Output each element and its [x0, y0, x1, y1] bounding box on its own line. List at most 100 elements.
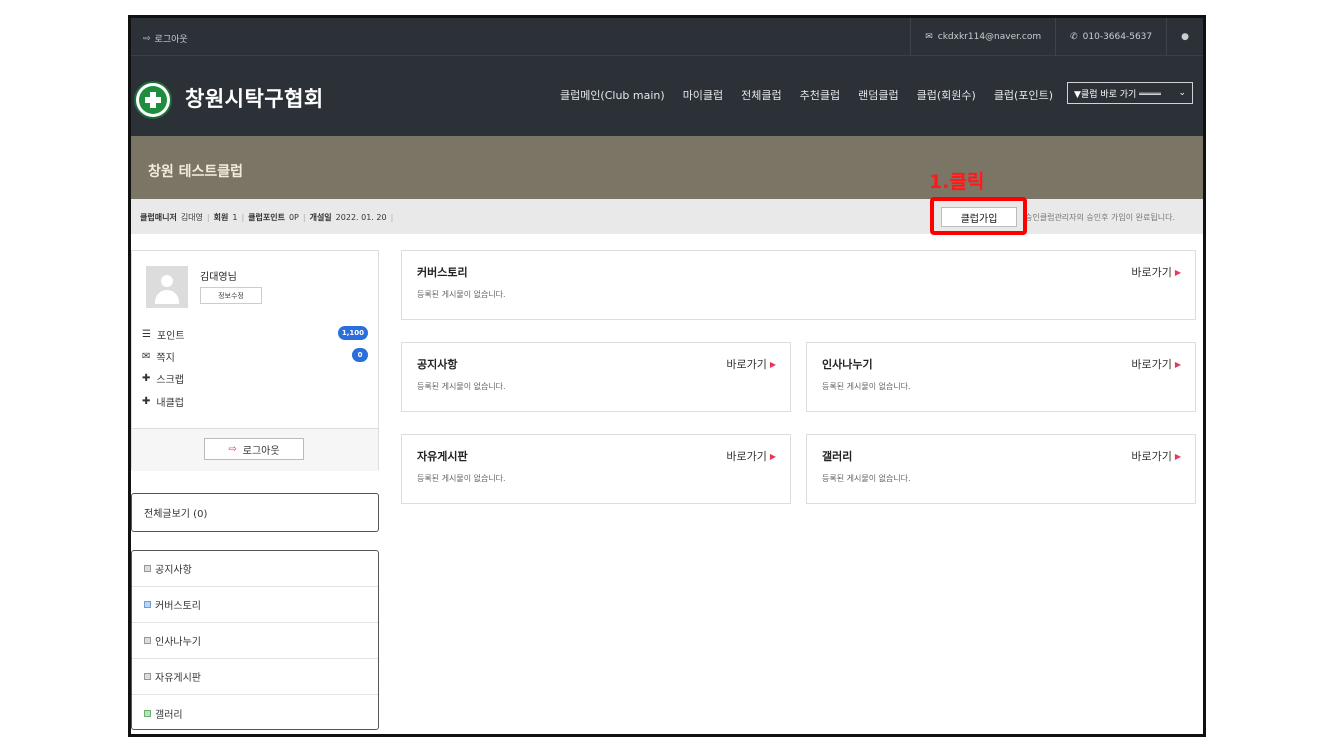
board-label: 자유게시판	[155, 673, 201, 684]
top-bar: ⇨ 로그아웃 ✉ ckdxkr114@naver.com ✆ 010-3664-…	[131, 18, 1203, 56]
my-club-menu[interactable]: ✚ 내클럽	[142, 394, 368, 409]
board-icon	[144, 637, 151, 644]
go-link[interactable]: 바로가기 ▶	[726, 448, 776, 464]
logout-area: ⇨ 로그아웃	[132, 428, 378, 471]
my-club-label: 내클럽	[156, 398, 184, 409]
panel-empty-text: 등록된 게시물이 없습니다.	[822, 382, 911, 391]
nav-all-clubs[interactable]: 전체클럽	[741, 87, 781, 103]
board-icon	[144, 601, 151, 608]
scrap-label: 스크랩	[156, 375, 184, 386]
board-list: 공지사항 커버스토리 인사나누기 자유게시판 갤러리	[131, 550, 379, 730]
arrow-right-icon: ▶	[1174, 267, 1181, 277]
go-link-label: 바로가기	[1131, 358, 1172, 371]
arrow-right-icon: ▶	[769, 451, 776, 461]
board-label: 공지사항	[155, 565, 192, 576]
club-name: 창원 테스트클럽	[148, 164, 244, 180]
arrow-right-icon: ▶	[1174, 451, 1181, 461]
board-icon	[144, 673, 151, 680]
browser-frame: ⇨ 로그아웃 ✉ ckdxkr114@naver.com ✆ 010-3664-…	[128, 15, 1206, 737]
logout-button[interactable]: ⇨ 로그아웃	[204, 438, 304, 460]
club-shortcut-select[interactable]: ▼클럽 바로 가기 ════ ⌄	[1067, 82, 1193, 104]
go-link[interactable]: 바로가기 ▶	[1131, 448, 1181, 464]
go-link[interactable]: 바로가기 ▶	[1131, 356, 1181, 372]
board-item-greetings[interactable]: 인사나누기	[132, 623, 378, 659]
phone-icon: ✆	[1070, 32, 1078, 42]
envelope-icon: ✉	[925, 32, 933, 42]
points-menu[interactable]: ☰ 포인트 1,100	[142, 326, 368, 342]
nav-my-club[interactable]: 마이클럽	[683, 87, 723, 103]
envelope-icon: ✉	[142, 351, 151, 362]
members-label: 회원	[213, 213, 229, 222]
go-link-label: 바로가기	[1131, 266, 1172, 279]
points-badge: 1,100	[337, 326, 368, 340]
email-text: ckdxkr114@naver.com	[937, 32, 1042, 42]
go-link[interactable]: 바로가기 ▶	[726, 356, 776, 372]
edit-profile-button[interactable]: 정보수정	[200, 287, 262, 304]
manager-name: 김대영	[180, 213, 203, 222]
profile-box: 김대영님 정보수정 ☰ 포인트 1,100 ✉ 쪽지 0 ✚ 스크랩 ✚ 내클럽…	[131, 250, 379, 471]
all-posts-link[interactable]: 전체글보기 (0)	[131, 493, 379, 532]
user-name: 김대영님	[200, 272, 237, 283]
logout-button-label: 로그아웃	[242, 445, 280, 457]
panel-gallery: 갤러리 등록된 게시물이 없습니다. 바로가기 ▶	[806, 434, 1196, 504]
phone-link[interactable]: ✆ 010-3664-5637	[1055, 18, 1166, 56]
arrow-right-icon: ▶	[1174, 359, 1181, 369]
panel-title: 자유게시판	[417, 450, 468, 463]
board-item-notice[interactable]: 공지사항	[132, 551, 378, 587]
messages-menu[interactable]: ✉ 쪽지 0	[142, 348, 368, 364]
logout-icon: ⇨	[228, 443, 237, 455]
discord-icon: ●	[1181, 32, 1189, 42]
club-info-bar: 클럽매니저 김대영 | 회원 1 | 클럽포인트 0P | 개설일 2022. …	[131, 199, 1203, 234]
panel-title: 커버스토리	[417, 266, 468, 279]
nav-club-main[interactable]: 클럽메인(Club main)	[560, 87, 665, 103]
go-link[interactable]: 바로가기 ▶	[1131, 264, 1181, 280]
messages-label: 쪽지	[156, 353, 175, 364]
go-link-label: 바로가기	[726, 358, 767, 371]
club-points-label: 클럽포인트	[248, 213, 285, 222]
panel-greetings: 인사나누기 등록된 게시물이 없습니다. 바로가기 ▶	[806, 342, 1196, 412]
main-nav: 클럽메인(Club main) 마이클럽 전체클럽 추천클럽 랜덤클럽 클럽(회…	[560, 87, 1053, 103]
members-value: 1	[232, 213, 238, 222]
nav-clubs-by-members[interactable]: 클럽(회원수)	[917, 87, 976, 103]
points-label: 포인트	[156, 331, 185, 342]
panel-empty-text: 등록된 게시물이 없습니다.	[417, 382, 506, 391]
panel-free-board: 자유게시판 등록된 게시물이 없습니다. 바로가기 ▶	[401, 434, 791, 504]
panel-empty-text: 등록된 게시물이 없습니다.	[822, 474, 911, 483]
site-header: 창원시탁구협회 클럽메인(Club main) 마이클럽 전체클럽 추천클럽 랜…	[131, 56, 1203, 136]
top-logout-label: 로그아웃	[154, 35, 188, 45]
join-button-highlight	[930, 197, 1027, 235]
logout-icon: ⇨	[143, 33, 151, 44]
database-icon: ☰	[142, 329, 151, 340]
board-label: 인사나누기	[155, 637, 201, 648]
manager-label: 클럽매니저	[140, 213, 177, 222]
messages-badge: 0	[352, 348, 368, 362]
opened-label: 개설일	[309, 213, 332, 222]
go-link-label: 바로가기	[1131, 450, 1172, 463]
email-link[interactable]: ✉ ckdxkr114@naver.com	[910, 18, 1055, 56]
board-item-cover-story[interactable]: 커버스토리	[132, 587, 378, 623]
discord-link[interactable]: ●	[1166, 18, 1203, 56]
club-banner: 창원 테스트클럽	[131, 136, 1203, 199]
arrow-right-icon: ▶	[769, 359, 776, 369]
nav-clubs-by-points[interactable]: 클럽(포인트)	[994, 87, 1053, 103]
top-logout-link[interactable]: ⇨ 로그아웃	[143, 32, 188, 46]
board-item-gallery[interactable]: 갤러리	[132, 695, 378, 731]
join-note: 승인클럽관리자의 승인후 가입이 완료됩니다.	[1025, 213, 1176, 222]
pin-icon: ✚	[142, 396, 151, 407]
phone-text: 010-3664-5637	[1082, 32, 1153, 42]
scrap-menu[interactable]: ✚ 스크랩	[142, 371, 368, 386]
pin-icon: ✚	[142, 373, 151, 384]
nav-recommended-clubs[interactable]: 추천클럽	[800, 87, 840, 103]
site-title[interactable]: 창원시탁구협회	[185, 83, 324, 113]
site-logo-icon[interactable]	[134, 81, 172, 119]
chevron-down-icon: ⌄	[1178, 88, 1186, 98]
board-item-free-board[interactable]: 자유게시판	[132, 659, 378, 695]
board-icon	[144, 709, 151, 717]
nav-random-clubs[interactable]: 랜덤클럽	[858, 87, 898, 103]
panel-cover-story: 커버스토리 등록된 게시물이 없습니다. 바로가기 ▶	[401, 250, 1196, 320]
board-label: 갤러리	[155, 709, 183, 721]
panel-empty-text: 등록된 게시물이 없습니다.	[417, 290, 506, 299]
board-icon	[144, 565, 151, 572]
avatar	[146, 266, 188, 308]
panel-notice: 공지사항 등록된 게시물이 없습니다. 바로가기 ▶	[401, 342, 791, 412]
